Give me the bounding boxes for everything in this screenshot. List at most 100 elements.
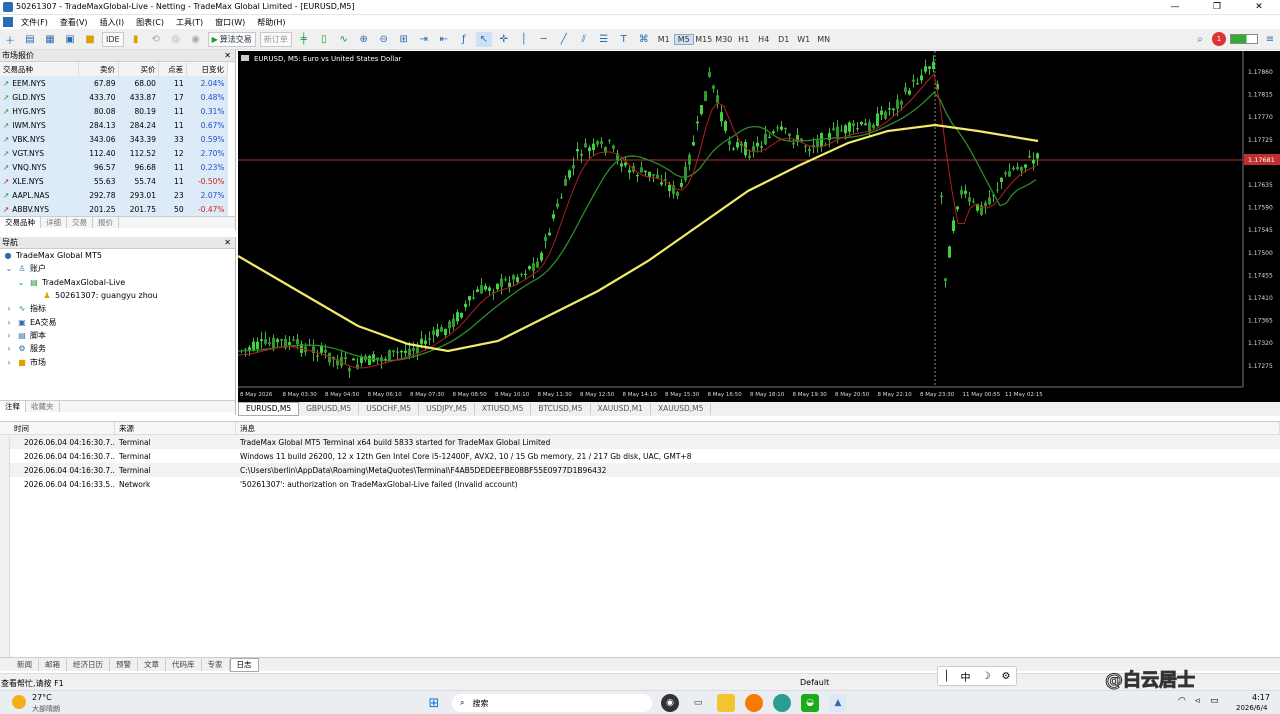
- chart-shift-icon[interactable]: ⇤: [436, 32, 452, 47]
- notification-badge[interactable]: 1: [1212, 32, 1226, 46]
- tf-d1[interactable]: D1: [774, 35, 794, 44]
- tile-windows-icon[interactable]: ⊞: [396, 32, 412, 47]
- market-row[interactable]: ↗ IWM.NYS 284.13 284.24 11 0.67%: [0, 118, 228, 132]
- menu-view[interactable]: 查看(V): [60, 17, 88, 28]
- nav-item-experts[interactable]: › ▣ EA交易: [0, 315, 235, 328]
- tab-news[interactable]: 新闻: [11, 658, 39, 671]
- channel-icon[interactable]: ⫽: [576, 32, 592, 47]
- weather-temp[interactable]: 27°C: [32, 693, 52, 702]
- tf-m1[interactable]: M1: [654, 35, 674, 44]
- bar-chart-icon[interactable]: ╪: [296, 32, 312, 47]
- close-icon[interactable]: ✕: [224, 50, 231, 62]
- zoom-in-icon[interactable]: ⊕: [356, 32, 372, 47]
- chevron-down-icon[interactable]: ⌄: [16, 278, 26, 287]
- journal-row[interactable]: ·2026.06.04 04:16:30.7...TerminalWindows…: [0, 449, 1280, 463]
- market-row[interactable]: ↗ EEM.NYS 67.89 68.00 11 2.04%: [0, 76, 228, 90]
- chart-tab[interactable]: USDCHF,M5: [359, 403, 420, 415]
- taskbar-search[interactable]: ⌕ 搜索: [452, 694, 652, 712]
- col-source[interactable]: 来源: [115, 422, 236, 434]
- tab-ticks[interactable]: 报价: [93, 217, 119, 228]
- new-chart-icon[interactable]: ＋: [2, 32, 18, 47]
- menu-window[interactable]: 窗口(W): [215, 17, 245, 28]
- menu-insert[interactable]: 插入(I): [100, 17, 125, 28]
- col-spread[interactable]: 点差: [158, 62, 188, 76]
- edge-icon[interactable]: [773, 694, 791, 712]
- trendline-icon[interactable]: ╱: [556, 32, 572, 47]
- zoom-out-icon[interactable]: ⊖: [376, 32, 392, 47]
- chart-tab[interactable]: XTIUSD,M5: [475, 403, 532, 415]
- menu-tools[interactable]: 工具(T): [176, 17, 203, 28]
- chart-tab[interactable]: GBPUSD,M5: [299, 403, 360, 415]
- data-window-icon[interactable]: ■: [82, 32, 98, 47]
- algo-trading-button[interactable]: ▶ 算法交易: [207, 31, 256, 47]
- tab-trading[interactable]: 交易: [67, 217, 93, 228]
- nav-item-services[interactable]: › ⚙ 服务: [0, 342, 235, 355]
- shapes-icon[interactable]: ⌘: [636, 32, 652, 47]
- menu-help[interactable]: 帮助(H): [257, 17, 285, 28]
- close-button[interactable]: ✕: [1238, 0, 1280, 15]
- chart-tab[interactable]: EURUSD,M5: [238, 402, 300, 416]
- col-symbol[interactable]: 交易品种: [0, 62, 79, 76]
- tab-mailbox[interactable]: 邮箱: [39, 658, 67, 671]
- nav-item-root[interactable]: ● TradeMax Global MT5: [0, 249, 235, 262]
- tab-calendar[interactable]: 经济日历: [67, 658, 110, 671]
- candle-chart-icon[interactable]: ▯: [316, 32, 332, 47]
- vps-icon[interactable]: ◉: [188, 32, 204, 47]
- journal-row[interactable]: ●2026.06.04 04:16:33.5...Network'5026130…: [0, 477, 1280, 491]
- lock-icon[interactable]: ▮: [128, 32, 144, 47]
- line-chart-icon[interactable]: ∿: [336, 32, 352, 47]
- ime-mode[interactable]: 中: [961, 669, 971, 684]
- tf-w1[interactable]: W1: [794, 35, 814, 44]
- restore-button[interactable]: ❐: [1196, 0, 1238, 15]
- chevron-right-icon[interactable]: ›: [4, 358, 14, 367]
- vertical-line-icon[interactable]: │: [516, 32, 532, 47]
- tf-h4[interactable]: H4: [754, 35, 774, 44]
- market-watch-icon[interactable]: ▦: [42, 32, 58, 47]
- windows-start-icon[interactable]: ⊞: [425, 694, 443, 712]
- market-row[interactable]: ↗ AAPL.NAS 292.78 293.01 23 2.07%: [0, 188, 228, 202]
- taskview-icon[interactable]: ▭: [689, 694, 707, 712]
- nav-item-indicators[interactable]: › ∿ 指标: [0, 302, 235, 315]
- battery-icon[interactable]: ▭: [1210, 696, 1219, 706]
- ide-button[interactable]: IDE: [102, 31, 124, 47]
- col-daily-change[interactable]: 日变化: [186, 62, 228, 76]
- signals-icon[interactable]: ◎: [168, 32, 184, 47]
- market-row[interactable]: ↗ VBK.NYS 343.06 343.39 33 0.59%: [0, 132, 228, 146]
- mt5-taskbar-icon[interactable]: ▲: [829, 694, 847, 712]
- tab-alerts[interactable]: 预警: [110, 658, 138, 671]
- tab-articles[interactable]: 文章: [138, 658, 166, 671]
- chart-tab[interactable]: BTCUSD,M5: [531, 403, 591, 415]
- chevron-right-icon[interactable]: ›: [4, 344, 14, 353]
- moon-icon[interactable]: ☽: [982, 671, 991, 682]
- journal-row[interactable]: ·2026.06.04 04:16:30.7...TerminalTradeMa…: [0, 435, 1280, 449]
- new-order-button[interactable]: 新订单: [259, 31, 292, 47]
- col-time[interactable]: 时间: [10, 422, 115, 434]
- chart-tab[interactable]: XAUUSD,M5: [651, 403, 712, 415]
- col-ask[interactable]: 买价: [118, 62, 160, 76]
- tab-codebase[interactable]: 代码库: [166, 658, 202, 671]
- tf-m5[interactable]: M5: [673, 33, 694, 45]
- tf-m30[interactable]: M30: [714, 35, 734, 44]
- tab-symbols[interactable]: 交易品种: [0, 217, 41, 228]
- chart-tab[interactable]: XAUUSD,M1: [591, 403, 651, 415]
- journal-row[interactable]: ·2026.06.04 04:16:30.7...TerminalC:\User…: [0, 463, 1280, 477]
- nav-item-accounts[interactable]: ⌄ ♙ 账户: [0, 262, 235, 275]
- crosshair-icon[interactable]: ✛: [496, 32, 512, 47]
- tab-common[interactable]: 注释: [0, 401, 26, 412]
- tab-details[interactable]: 详细: [41, 217, 67, 228]
- market-row[interactable]: ↗ VNQ.NYS 96.57 96.68 11 0.23%: [0, 160, 228, 174]
- chart-tab[interactable]: USDJPY,M5: [419, 403, 475, 415]
- market-row[interactable]: ↗ ABBV.NYS 201.25 201.75 50 -0.47%: [0, 202, 228, 216]
- file-explorer-icon[interactable]: [717, 694, 735, 712]
- minimize-button[interactable]: —: [1154, 0, 1196, 15]
- wechat-icon[interactable]: ◒: [801, 694, 819, 712]
- dell-icon[interactable]: ◉: [661, 694, 679, 712]
- volume-icon[interactable]: ◃: [1195, 696, 1200, 706]
- chevron-right-icon[interactable]: ›: [4, 318, 14, 327]
- tf-m15[interactable]: M15: [694, 35, 714, 44]
- horizontal-line-icon[interactable]: ─: [536, 32, 552, 47]
- tf-h1[interactable]: H1: [734, 35, 754, 44]
- nav-item-market[interactable]: › ■ 市场: [0, 355, 235, 368]
- fibonacci-icon[interactable]: ☰: [596, 32, 612, 47]
- col-message[interactable]: 消息: [236, 422, 1280, 434]
